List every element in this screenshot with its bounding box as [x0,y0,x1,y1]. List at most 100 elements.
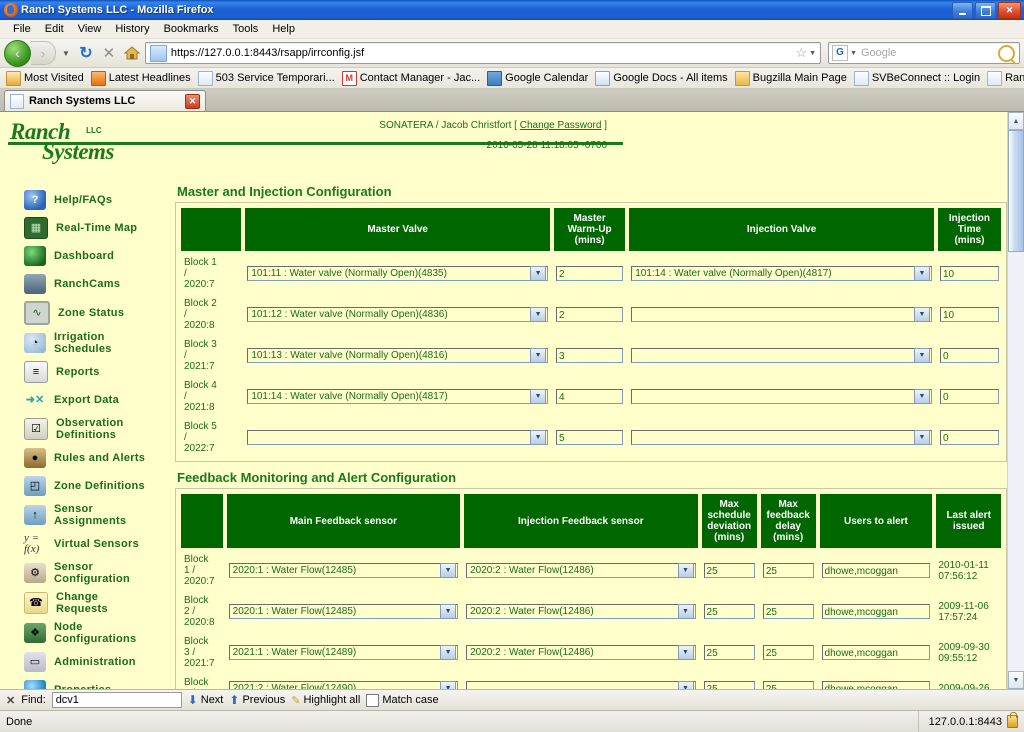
master-warmup-input[interactable]: 5 [556,430,623,445]
master-valve-select[interactable]: ▼ [247,430,548,445]
chevron-down-icon[interactable]: ▼ [914,430,930,445]
tab-ranch-systems[interactable]: Ranch Systems LLC ✕ [4,90,206,111]
chevron-down-icon[interactable]: ▼ [530,348,546,363]
sidebar-item-zone-status[interactable]: ∿Zone Status [0,298,170,328]
url-input[interactable]: https://127.0.0.1:8443/rsapp/irrconfig.j… [171,47,793,59]
sidebar-item-reports[interactable]: ≡Reports [0,358,170,386]
page-scrollbar[interactable]: ▲ ▼ [1007,112,1024,689]
injection-time-input[interactable]: 0 [940,348,999,363]
sidebar-item-real-time-map[interactable]: ▦Real-Time Map [0,214,170,242]
chevron-down-icon[interactable]: ▼ [678,645,694,660]
master-warmup-input[interactable]: 2 [556,266,623,281]
tab-close-icon[interactable]: ✕ [185,94,200,109]
max-schedule-deviation-input[interactable]: 25 [704,604,755,619]
google-search-engine-icon[interactable]: G [832,45,848,61]
forward-button[interactable]: › [31,41,56,65]
injection-valve-select[interactable]: ▼ [631,389,932,404]
checkbox-icon[interactable] [366,694,379,707]
url-bar[interactable]: https://127.0.0.1:8443/rsapp/irrconfig.j… [145,42,821,64]
chevron-down-icon[interactable]: ▼ [914,389,930,404]
chevron-down-icon[interactable]: ▼ [678,563,694,578]
injection-time-input[interactable]: 10 [940,266,999,281]
users-to-alert-input[interactable]: dhowe,mcoggan [822,604,931,619]
url-dropdown-icon[interactable]: ▼ [809,50,820,57]
max-feedback-delay-input[interactable]: 25 [763,563,814,578]
search-engine-dropdown-icon[interactable]: ▼ [850,50,861,57]
master-valve-select[interactable]: 101:12 : Water valve (Normally Open)(483… [247,307,548,322]
menu-view[interactable]: View [71,22,109,36]
bookmark-item[interactable]: 503 Service Temporari... [196,71,340,86]
scrollbar-track[interactable] [1008,130,1024,671]
injection-time-input[interactable]: 0 [940,389,999,404]
injection-time-input[interactable]: 0 [940,430,999,445]
find-next-button[interactable]: ⬇ Next [188,694,224,706]
sidebar-item-node-configurations[interactable]: ❖Node Configurations [0,618,170,648]
chevron-down-icon[interactable]: ▼ [530,389,546,404]
sidebar-item-administration[interactable]: ▭Administration [0,648,170,676]
sidebar-item-rules-and-alerts[interactable]: ●Rules and Alerts [0,444,170,472]
injection-feedback-sensor-select[interactable]: 2020:2 : Water Flow(12486)▼ [466,604,695,619]
menu-history[interactable]: History [108,22,156,36]
users-to-alert-input[interactable]: dhowe,mcoggan [822,681,931,690]
menu-edit[interactable]: Edit [38,22,71,36]
chevron-down-icon[interactable]: ▼ [440,563,456,578]
menu-bookmarks[interactable]: Bookmarks [157,22,226,36]
chevron-down-icon[interactable]: ▼ [914,307,930,322]
chevron-down-icon[interactable]: ▼ [530,266,546,281]
bookmark-item[interactable]: Bugzilla Main Page [733,71,852,86]
injection-valve-select[interactable]: 101:14 : Water valve (Normally Open)(481… [631,266,932,281]
chevron-down-icon[interactable]: ▼ [530,307,546,322]
menu-file[interactable]: File [6,22,38,36]
menu-tools[interactable]: Tools [226,22,266,36]
injection-feedback-sensor-select[interactable]: 2020:2 : Water Flow(12486)▼ [466,645,695,660]
match-case-checkbox[interactable]: Match case [366,694,438,707]
search-bar[interactable]: G ▼ Google [828,42,1020,64]
home-icon[interactable] [122,43,142,63]
history-dropdown-icon[interactable]: ▼ [59,49,73,58]
sidebar-item-sensor-assignments[interactable]: ↑Sensor Assignments [0,500,170,530]
back-button[interactable]: ‹ [4,40,31,67]
bookmark-item[interactable]: Latest Headlines [89,71,196,86]
users-to-alert-input[interactable]: dhowe,mcoggan [822,645,931,660]
sidebar-item-zone-definitions[interactable]: ◰Zone Definitions [0,472,170,500]
main-feedback-sensor-select[interactable]: 2020:1 : Water Flow(12485)▼ [229,563,458,578]
sidebar-item-export-data[interactable]: ➜✕Export Data [0,386,170,414]
users-to-alert-input[interactable]: dhowe,mcoggan [822,563,931,578]
main-feedback-sensor-select[interactable]: 2021:2 : Water Flow(12490)▼ [229,681,458,690]
max-schedule-deviation-input[interactable]: 25 [704,563,755,578]
find-input[interactable]: dcv1 [52,692,182,708]
bookmark-item[interactable]: MContact Manager - Jac... [340,71,485,86]
main-feedback-sensor-select[interactable]: 2020:1 : Water Flow(12485)▼ [229,604,458,619]
chevron-down-icon[interactable]: ▼ [678,681,694,690]
master-valve-select[interactable]: 101:14 : Water valve (Normally Open)(481… [247,389,548,404]
max-schedule-deviation-input[interactable]: 25 [704,645,755,660]
sidebar-item-observation-definitions[interactable]: ☑Observation Definitions [0,414,170,444]
chevron-down-icon[interactable]: ▼ [914,348,930,363]
chevron-down-icon[interactable]: ▼ [678,604,694,619]
reload-icon[interactable]: ↻ [76,43,96,63]
scroll-down-button[interactable]: ▼ [1008,671,1024,689]
master-valve-select[interactable]: 101:13 : Water valve (Normally Open)(481… [247,348,548,363]
master-warmup-input[interactable]: 3 [556,348,623,363]
sidebar-item-properties[interactable]: Properties [0,676,170,689]
injection-feedback-sensor-select[interactable]: 2020:2 : Water Flow(12486)▼ [466,563,695,578]
master-warmup-input[interactable]: 4 [556,389,623,404]
sidebar-item-sensor-configuration[interactable]: ⚙Sensor Configuration [0,558,170,588]
menu-help[interactable]: Help [265,22,302,36]
scrollbar-thumb[interactable] [1008,130,1024,252]
chevron-down-icon[interactable]: ▼ [530,430,546,445]
sidebar-item-virtual-sensors[interactable]: y = f(x)Virtual Sensors [0,530,170,558]
minimize-button[interactable] [952,2,973,19]
bookmark-item[interactable]: Google Docs - All items [593,71,732,86]
max-schedule-deviation-input[interactable]: 25 [704,681,755,690]
search-input[interactable]: Google [861,47,998,59]
max-feedback-delay-input[interactable]: 25 [763,604,814,619]
injection-valve-select[interactable]: ▼ [631,430,932,445]
chevron-down-icon[interactable]: ▼ [440,645,456,660]
bookmark-item[interactable]: Most Visited [4,71,89,86]
bookmark-item[interactable]: SVBeConnect :: Login [852,71,985,86]
sidebar-item-ranchcams[interactable]: RanchCams [0,270,170,298]
search-icon[interactable] [998,45,1015,62]
stop-icon[interactable]: ✕ [99,43,119,63]
bookmark-star-icon[interactable]: ☆ [793,45,809,61]
